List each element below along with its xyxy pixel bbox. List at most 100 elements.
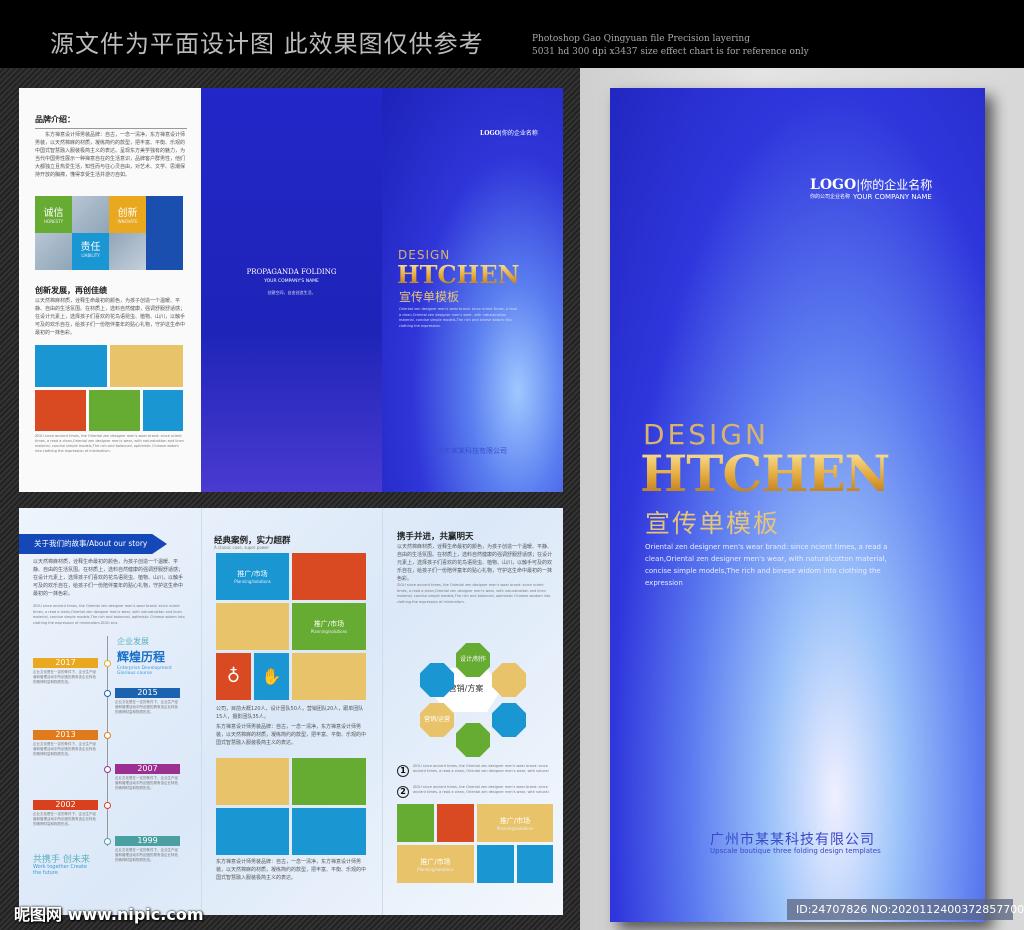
back-page: PROPAGANDA FOLDING YOUR COMPANY'S NAME 创…: [201, 88, 382, 492]
cases-text-2: 东方禅意设计师男装品牌：自古，一念一清净，东方禅意设计师男装，以天然棉麻的材质，…: [216, 724, 367, 746]
block: [35, 345, 107, 387]
block: [143, 390, 183, 431]
win-tile: [397, 804, 434, 842]
story-text: 以天然棉麻材质，诠释生命最初的颜色，为孩子创造一个温暖、平静、自由的生活氛围。在…: [33, 559, 184, 597]
tile-label: 推广/市场: [499, 817, 531, 825]
win-en: ZIGU since ancient times, the Oriental z…: [397, 583, 551, 604]
brand-page: 品牌介绍： 东方禅意设计师男装品牌：自古，一念一清净，东方禅意设计师男装，以天然…: [19, 88, 201, 492]
logo-text: LOGO: [810, 177, 857, 193]
timeline-dot: [104, 660, 111, 667]
story-page: 关于我们的故事/About our story 以天然棉麻材质，诠释生命最初的颜…: [19, 508, 201, 915]
tile-sub: Planning/solutions: [234, 579, 271, 584]
timeline-year: 2017: [33, 658, 98, 668]
win-tile: 推广/市场 Planning/solutions: [477, 804, 553, 842]
timeline-dot: [104, 766, 111, 773]
timeline-text: 企业文化是在一定的条件下，企业生产经营和管理活动中所创造的具有该企业特色的精神财…: [115, 848, 178, 862]
note-line-1: Photoshop Gao Qingyuan file Precision la…: [532, 34, 750, 44]
case-tile: 推广/市场 Planning/solutions: [292, 603, 366, 650]
hub-node: [492, 703, 526, 737]
cover-page: LOGO|你的企业名称 你的公司企业名称 YOUR COMPANY NAME DE…: [610, 88, 985, 922]
tile-liability: 责任: [80, 242, 101, 253]
win-tile: [437, 804, 474, 842]
cases-text-1: 公司，目前大概120人，设计团队50人，营销团队20人，跟单团队15人，摄影团队…: [216, 706, 364, 720]
timeline-text: 企业文化是在一定的条件下，企业生产经营和管理活动中所创造的具有该企业特色的精神财…: [33, 812, 96, 826]
header-title: 源文件为平面设计图 此效果图仅供参考: [50, 30, 484, 58]
case-tile: [216, 758, 289, 805]
innov-text: 以天然棉麻材质，诠释生命最初的颜色，为孩子创造一个温暖、平静、自由的生活氛围。在…: [35, 298, 186, 336]
case-tile: [216, 808, 289, 855]
timeline-dot: [104, 802, 111, 809]
timeline-text: 企业文化是在一定的条件下，企业生产经营和管理活动中所创造的具有该企业特色的精神财…: [33, 742, 96, 756]
handshake-icon: ✋: [254, 653, 289, 700]
timeline-dot: [104, 690, 111, 697]
block: [110, 345, 183, 387]
story-banner: 关于我们的故事/About our story: [19, 534, 167, 554]
watermark-id: ID:24707826 NO:20201124003728577000: [787, 899, 1024, 920]
case-tile: [292, 808, 366, 855]
front-brand: HTCHEN: [397, 260, 520, 289]
cover-logo: LOGO|你的企业名称 你的公司企业名称 YOUR COMPANY NAME: [810, 177, 933, 201]
case-tile: 推广/市场 Planning/solutions: [216, 553, 289, 600]
win-page: 携手并进，共赢明天 以天然棉麻材质，诠释生命最初的颜色，为孩子创造一个温暖、平静…: [382, 508, 563, 915]
win-text: 以天然棉麻材质，诠释生命最初的颜色，为孩子创造一个温暖、平静、自由的生活氛围。在…: [397, 544, 553, 582]
tile-honesty: 诚信: [43, 208, 64, 219]
timeline-year: 1999: [115, 836, 180, 846]
timeline-year: 2007: [115, 764, 180, 774]
tile-honesty-en: HONESTY: [43, 219, 64, 224]
cover-brand: HTCHEN: [640, 444, 890, 503]
timeline-year: 2013: [33, 730, 98, 740]
values-grid: 诚信 HONESTY 创新 INNOVATE 责任 LIABILITY: [35, 196, 183, 270]
tile-label: 推广/市场: [237, 570, 268, 578]
case-tile: [216, 603, 289, 650]
tile-sub: Planning/solutions: [417, 867, 454, 872]
innov-title: 创新发展，再创佳绩: [35, 286, 107, 295]
cases-page: 经典案例，实力超群 A classic case, super power 推广…: [201, 508, 382, 915]
cover-subtitle: 宣传单模板: [645, 509, 781, 538]
front-subtitle: 宣传单模板: [399, 290, 460, 304]
number-badge-1: 1: [397, 765, 409, 777]
together-en: Work together Create the future: [33, 864, 87, 876]
front-logo: LOGO|你的企业名称: [480, 130, 538, 137]
block: [89, 390, 140, 431]
cases-text-3: 东方禅意设计师男装品牌：自古，一念一清净，东方禅意设计师男装，以天然棉麻的材质，…: [216, 859, 367, 881]
timeline-line: [107, 636, 108, 846]
history-small: 企业发展: [117, 637, 149, 646]
tile-label: 推广/市场: [420, 858, 451, 866]
tile-innovate-en: INNOVATE: [117, 219, 138, 224]
story-en: ZIGU since ancient times, the Oriental z…: [33, 604, 185, 625]
back-title: PROPAGANDA FOLDING: [246, 268, 337, 276]
tile-sub: Planning/solutions: [310, 629, 348, 634]
cover-text: Oriental zen designer men's wear brand: …: [645, 543, 888, 587]
timeline-year: 2002: [33, 800, 98, 810]
win-tile: [477, 845, 514, 883]
cover-tagline: Upscale boutique three folding design te…: [710, 847, 881, 855]
win-tile: [517, 845, 553, 883]
logo-text: LOGO: [480, 130, 500, 137]
cases-subtitle: A classic case, super power: [214, 545, 270, 550]
brand-title: 品牌介绍：: [35, 114, 187, 129]
tile-innovate: 创新: [117, 208, 138, 219]
case-tile: [292, 653, 366, 700]
watermark-site: 昵图网 www.nipic.com: [14, 905, 204, 924]
case-tile: [292, 758, 366, 805]
history-en: Enterprise Development Glorious course: [117, 666, 172, 676]
back-tagline: 创意空间，自由创造生活。: [267, 290, 316, 295]
header-bar: 源文件为平面设计图 此效果图仅供参考 Photoshop Gao Qingyua…: [0, 0, 1024, 68]
note-line-2: 5031 hd 300 dpi x3437 size effect chart …: [532, 47, 809, 57]
brand-text: 东方禅意设计师男装品牌：自古，一念一清净，东方禅意设计师男装，以天然棉麻的材质，…: [35, 132, 186, 178]
timeline-year: 2015: [115, 688, 180, 698]
tile-sub: Planning/solutions: [496, 826, 534, 831]
timeline-text: 企业文化是在一定的条件下，企业生产经营和管理活动中所创造的具有该企业特色的精神财…: [115, 776, 178, 790]
company-en: YOUR COMPANY NAME: [853, 193, 932, 201]
number-badge-2: 2: [397, 786, 409, 798]
case-tile: [292, 553, 366, 600]
hub-node: [456, 723, 490, 757]
front-text: Oriental zen designer men's wear brand: …: [399, 307, 517, 328]
back-company: YOUR COMPANY'S NAME: [264, 279, 319, 284]
timeline-text: 企业文化是在一定的条件下，企业生产经营和管理活动中所创造的具有该企业特色的精神财…: [33, 670, 96, 684]
win-title: 携手并进，共赢明天: [397, 532, 474, 542]
timeline-dot: [104, 732, 111, 739]
cover-company: 广州市某某科技有限公司: [710, 832, 875, 848]
innov-en: ZIGU since ancient times, the Oriental z…: [35, 434, 184, 453]
lightbulb-icon: ♁: [216, 653, 251, 700]
